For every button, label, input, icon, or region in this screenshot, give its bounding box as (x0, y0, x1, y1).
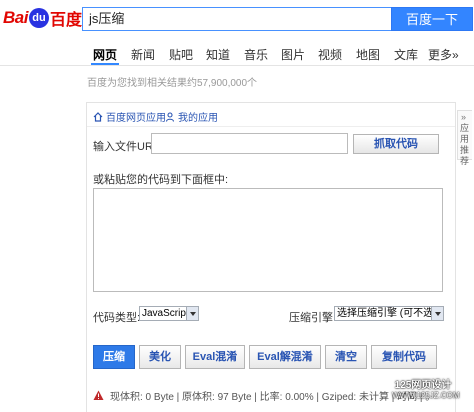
my-apps-link[interactable]: 我的应用 (165, 109, 218, 124)
tab-wenku[interactable]: 文库 (394, 46, 418, 63)
search-button[interactable]: 百度一下 (391, 7, 473, 31)
warning-icon (93, 390, 104, 400)
site-watermark: 125网页设计 WWW.125JZ.COM (392, 376, 460, 406)
code-type-select[interactable]: JavaScript (139, 306, 199, 321)
tab-map[interactable]: 地图 (356, 46, 380, 63)
code-type-label: 代码类型: (93, 312, 141, 324)
tab-zhidao[interactable]: 知道 (206, 46, 230, 63)
panel-toolbar: 百度网页应用 我的应用 (87, 103, 455, 127)
header: Bai du 百度 js压缩 百度一下 (0, 0, 474, 36)
js-compressor-panel: 百度网页应用 我的应用 输入文件URL: 抓取代码 或粘贴您的代码到下面框中: … (86, 102, 456, 412)
user-icon (165, 111, 175, 122)
baidu-web-apps-label: 百度网页应用 (106, 113, 166, 124)
status-text: 现体积: 0 Byte | 原体积: 97 Byte | 比率: 0.00% |… (110, 391, 436, 403)
search-tabs: 网页 新闻 贴吧 知道 音乐 图片 视频 地图 文库 更多» (0, 38, 474, 66)
tab-more[interactable]: 更多» (428, 46, 459, 63)
logo-text-left: Bai (3, 8, 28, 27)
eval-deobfuscate-button[interactable]: Eval解混淆 (249, 345, 321, 369)
url-input[interactable] (151, 133, 348, 154)
engine-value: 选择压缩引擎 (可不选) (337, 308, 437, 319)
engine-select[interactable]: 选择压缩引擎 (可不选) (334, 306, 444, 321)
baidu-web-apps-link[interactable]: 百度网页应用 (93, 109, 166, 124)
paste-label: 或粘贴您的代码到下面框中: (93, 174, 229, 186)
fetch-code-button[interactable]: 抓取代码 (353, 134, 439, 154)
compress-button[interactable]: 压缩 (93, 345, 135, 369)
logo-paw-icon: du (28, 8, 49, 28)
tab-music[interactable]: 音乐 (244, 46, 268, 63)
engine-label: 压缩引擎: (289, 312, 337, 324)
tab-web[interactable]: 网页 (90, 46, 120, 65)
beautify-button[interactable]: 美化 (139, 345, 181, 369)
home-icon (93, 111, 103, 122)
chevron-down-icon (186, 307, 198, 320)
double-chevron-right-icon: » (461, 112, 467, 122)
watermark-line1: 125网页设计 (394, 380, 452, 391)
baidu-logo[interactable]: Bai du 百度 (3, 6, 82, 30)
code-textarea[interactable] (93, 188, 443, 292)
eval-obfuscate-button[interactable]: Eval混淆 (185, 345, 245, 369)
tab-images[interactable]: 图片 (281, 46, 305, 63)
search-input[interactable]: js压缩 (82, 7, 392, 31)
result-count: 百度为您找到相关结果约57,900,000个 (87, 78, 258, 89)
chevron-down-icon (431, 307, 443, 320)
recommended-apps-tab[interactable]: » 应用推荐 (457, 110, 472, 166)
copy-code-button[interactable]: 复制代码 (371, 345, 437, 369)
tab-video[interactable]: 视频 (318, 46, 342, 63)
tab-tieba[interactable]: 贴吧 (169, 46, 193, 63)
my-apps-label: 我的应用 (178, 113, 218, 124)
watermark-line2: WWW.125JZ.COM (392, 391, 460, 400)
clear-button[interactable]: 清空 (325, 345, 367, 369)
code-type-value: JavaScript (142, 308, 189, 319)
tab-news[interactable]: 新闻 (131, 46, 155, 63)
recommended-apps-label: 应用推荐 (460, 123, 470, 166)
logo-text-right: 百度 (49, 12, 82, 29)
